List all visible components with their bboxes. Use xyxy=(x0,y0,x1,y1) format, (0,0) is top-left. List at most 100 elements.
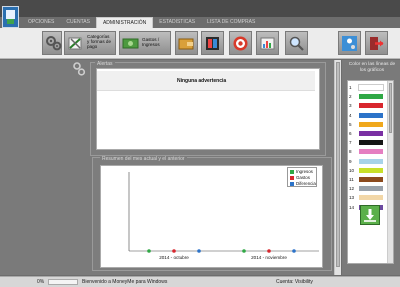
budget-book-button[interactable] xyxy=(201,31,224,55)
color-swatch[interactable] xyxy=(358,157,384,165)
alerts-list[interactable]: Ninguna advertencia xyxy=(96,68,320,150)
color-list-scrollbar-thumb[interactable] xyxy=(389,83,392,133)
color-row[interactable]: 3 xyxy=(349,102,387,110)
download-arrow-icon xyxy=(364,209,376,222)
exit-door-icon xyxy=(370,37,384,50)
status-message: Bienvenido a MoneyMe para Windows xyxy=(82,279,168,285)
color-row-number: 1 xyxy=(349,85,352,90)
color-list-scrollbar[interactable] xyxy=(387,81,393,263)
color-row[interactable]: 7 xyxy=(349,139,387,147)
chart-point xyxy=(267,249,271,253)
main-scrollbar[interactable] xyxy=(334,60,341,275)
color-row[interactable]: 5 xyxy=(349,120,387,128)
chart-point xyxy=(172,249,176,253)
color-row-number: 12 xyxy=(349,186,355,192)
color-row[interactable]: 6 xyxy=(349,130,387,137)
color-row[interactable]: 4 xyxy=(349,111,387,119)
chart-point xyxy=(197,249,201,253)
tab-options[interactable]: OPCIONES xyxy=(22,17,60,28)
color-row-number: 6 xyxy=(349,131,352,136)
payments-button[interactable] xyxy=(175,31,198,55)
color-row[interactable]: 2 xyxy=(349,93,387,101)
color-row-number: 3 xyxy=(349,103,352,109)
expenses-income-button[interactable]: Gastos / Ingresos xyxy=(119,31,171,55)
chart-point xyxy=(242,249,246,253)
color-row-number: 5 xyxy=(349,121,352,127)
chart-x-tick-label: 2014 - octubre xyxy=(159,255,189,260)
target-icon xyxy=(233,36,248,51)
book-icon xyxy=(206,37,219,50)
tab-administration[interactable]: ADMINISTRACIÓN xyxy=(95,17,154,28)
report-chart-icon xyxy=(260,37,275,50)
color-row-number: 7 xyxy=(349,140,352,146)
tab-shopping-list[interactable]: LISTA DE COMPRAS xyxy=(201,17,261,28)
alerts-title: Alertas xyxy=(95,61,115,67)
main-tabs: OPCIONES CUENTAS ADMINISTRACIÓN ESTADIST… xyxy=(22,17,261,28)
legend-label: Diferencia xyxy=(296,181,316,186)
color-swatch[interactable] xyxy=(358,185,384,193)
expenses-income-button-label: Gastos / Ingresos xyxy=(142,37,160,47)
legend-label: Gastos xyxy=(296,175,310,180)
color-swatch[interactable] xyxy=(358,120,384,128)
legend-swatch xyxy=(290,181,294,186)
chart-legend: Ingresos Gastos Diferencia xyxy=(287,167,317,187)
color-swatch[interactable] xyxy=(358,130,384,137)
title-bar xyxy=(0,0,400,17)
legend-swatch xyxy=(290,169,294,174)
search-icon xyxy=(289,36,304,51)
color-swatch[interactable] xyxy=(358,148,384,156)
color-swatch[interactable] xyxy=(358,111,384,119)
main-scrollbar-thumb[interactable] xyxy=(336,62,340,267)
color-row[interactable]: 8 xyxy=(349,148,387,156)
app-logo-icon[interactable] xyxy=(2,6,19,28)
color-swatch[interactable] xyxy=(358,176,384,183)
money-icon xyxy=(122,38,139,49)
tools-icon xyxy=(68,37,82,50)
color-row[interactable]: 13 xyxy=(349,194,387,202)
color-row-number: 11 xyxy=(349,177,354,182)
tab-accounts[interactable]: CUENTAS xyxy=(60,17,96,28)
color-row[interactable]: 12 xyxy=(349,185,387,193)
color-row-number: 4 xyxy=(349,112,352,118)
gear-icon xyxy=(46,36,62,51)
tab-statistics[interactable]: ESTADISTICAS xyxy=(153,17,201,28)
chart-x-tick-label: 2014 - noviembre xyxy=(251,255,287,260)
chart-point xyxy=(147,249,151,253)
categories-button[interactable]: Categorías y formas de pago xyxy=(64,31,116,55)
legend-swatch xyxy=(290,175,294,180)
alert-row: Ninguna advertencia xyxy=(97,71,315,91)
gear-icon xyxy=(73,62,86,76)
color-swatch[interactable] xyxy=(358,102,384,110)
save-colors-button[interactable] xyxy=(360,205,380,225)
settings-button[interactable] xyxy=(42,31,62,55)
categories-button-label: Categorías y formas de pago xyxy=(87,34,111,49)
color-swatch[interactable] xyxy=(358,93,384,101)
search-button[interactable] xyxy=(285,31,308,55)
color-row[interactable]: 11 xyxy=(349,176,387,183)
ribbon-toolbar: Categorías y formas de pago Gastos / Ing… xyxy=(0,28,400,59)
summary-title: Resumen del mes actual y el anterior xyxy=(100,156,187,162)
user-gear-icon xyxy=(342,36,357,51)
color-row-number: 14 xyxy=(349,204,355,210)
colors-panel-title: Color en las líneas de los gráficos xyxy=(348,62,396,73)
color-row[interactable]: 9 xyxy=(349,157,387,165)
exit-button[interactable] xyxy=(365,31,388,55)
user-settings-button[interactable] xyxy=(338,31,361,55)
chart-point xyxy=(292,249,296,253)
color-row-number: 9 xyxy=(349,158,352,164)
progress-text: 0% xyxy=(37,279,45,285)
color-row[interactable]: 10 xyxy=(349,166,387,174)
legend-label: Ingresos xyxy=(296,169,313,174)
color-row-number: 13 xyxy=(349,195,355,201)
color-swatch[interactable] xyxy=(358,194,384,202)
color-swatch[interactable] xyxy=(358,84,384,91)
color-swatch[interactable] xyxy=(358,166,384,174)
goals-button[interactable] xyxy=(229,31,252,55)
wallet-icon xyxy=(178,38,194,50)
color-swatch[interactable] xyxy=(358,139,384,147)
reports-button[interactable] xyxy=(256,31,279,55)
status-bar: 0% Bienvenido a MoneyMe para Windows Cue… xyxy=(0,276,400,287)
colors-panel: Color en las líneas de los gráficos 1234… xyxy=(342,60,400,275)
color-row-number: 10 xyxy=(349,167,355,173)
color-row[interactable]: 1 xyxy=(349,84,387,91)
